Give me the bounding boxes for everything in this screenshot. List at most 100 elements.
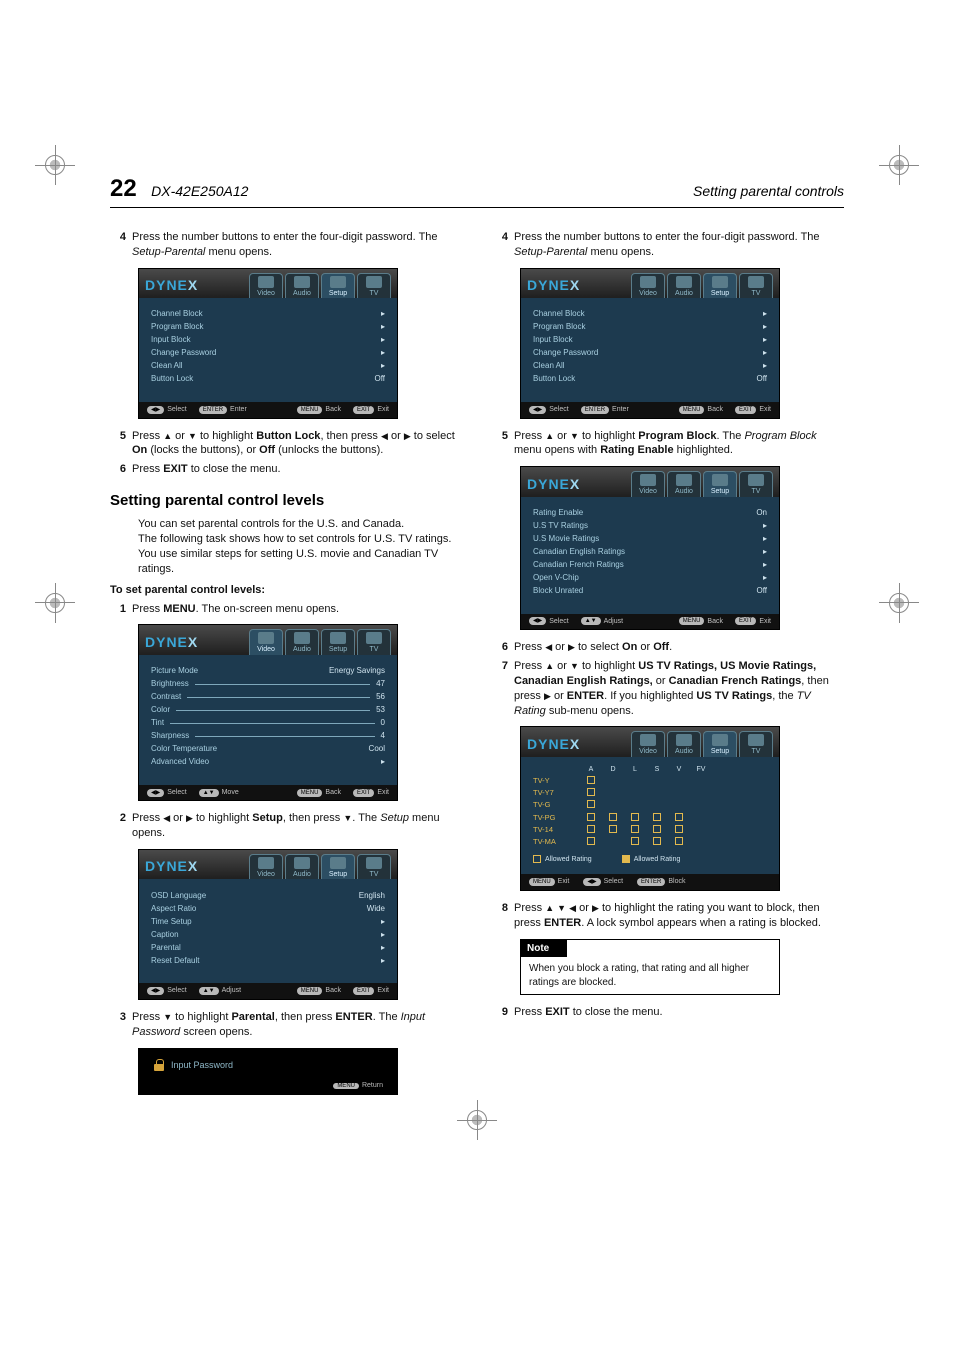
ratings-row-label: TV-14 [533,825,577,835]
osd-item: Contrast [151,692,181,703]
osd-parental-menu: DYNEX Video Audio Setup TV Channel Block… [520,268,780,419]
arrow-right-icon: ▸ [381,956,385,967]
osd-tab-tv: TV [357,629,391,654]
step: 2 Press or to highlight Setup, then pres… [110,811,462,841]
osd-item: Color Temperature [151,744,217,755]
ratings-checkbox [675,813,683,821]
osd-tab-audio: Audio [285,273,319,298]
ratings-col-header: FV [693,765,709,774]
ratings-checkbox [587,800,595,808]
osd-tab-video: Video [249,629,283,654]
left-arrow-icon [381,430,388,442]
ratings-checkbox [653,837,661,845]
osd-item: Rating Enable [533,508,583,519]
osd-tab-tv: TV [739,731,773,756]
ratings-row-label: TV-G [533,800,577,810]
osd-value: 47 [376,679,385,690]
ratings-checkbox [587,837,595,845]
ratings-checkbox [587,813,595,821]
osd-item: Change Password [151,348,216,359]
lock-icon [153,1059,165,1071]
down-arrow-icon [570,660,579,672]
arrow-right-icon: ▸ [381,322,385,333]
ratings-checkbox [631,825,639,833]
osd-parental-menu: DYNEX Video Audio Setup TV Channel Block… [138,268,398,419]
column-right: 4 Press the number buttons to enter the … [492,226,844,1105]
right-arrow-icon [592,902,599,914]
arrow-right-icon: ▸ [381,930,385,941]
step-text: menu opens. [205,246,272,258]
ratings-checkbox [587,788,595,796]
osd-item: Canadian French Ratings [533,560,624,571]
osd-item: Block Unrated [533,586,583,597]
osd-item: Clean All [151,361,183,372]
note-box: Note When you block a rating, that ratin… [520,939,780,996]
dynex-logo: DYNEX [145,273,202,298]
osd-tab-setup: Setup [321,629,355,654]
step: 4 Press the number buttons to enter the … [110,230,462,260]
osd-input-password: Input Password MENUReturn [138,1048,398,1096]
ratings-checkbox [653,813,661,821]
procedure-heading: To set parental control levels: [110,583,462,598]
step-number: 5 [492,429,514,459]
dynex-logo: DYNEX [527,471,584,496]
osd-value: Off [374,374,385,385]
osd-tab-audio: Audio [285,854,319,879]
ratings-checkbox [587,776,595,784]
arrow-right-icon: ▸ [381,309,385,320]
osd-tab-setup: Setup [321,854,355,879]
ratings-checkbox [631,837,639,845]
osd-value: Energy Savings [329,666,385,677]
right-arrow-icon [568,641,575,653]
osd-setup-menu: DYNEX Video Audio Setup TV OSD LanguageE… [138,849,398,1000]
osd-value: Off [756,374,767,385]
crop-mark [874,140,924,190]
osd-item: Channel Block [151,309,203,320]
osd-item: Channel Block [533,309,585,320]
osd-tab-audio: Audio [285,629,319,654]
down-arrow-icon [570,430,579,442]
arrow-right-icon: ▸ [381,335,385,346]
ratings-row-label: TV-Y [533,776,577,786]
ratings-checkbox [609,813,617,821]
step-number: 2 [110,811,132,841]
step-number: 5 [110,429,132,459]
column-left: 4 Press the number buttons to enter the … [110,226,462,1105]
osd-item: U.S Movie Ratings [533,534,599,545]
osd-value: 53 [376,705,385,716]
ratings-col-header: V [671,765,687,774]
step-text-em: Setup-Parental [132,246,205,258]
osd-value: 0 [381,718,385,729]
page-number: 22 [110,175,137,202]
step-number: 7 [492,659,514,718]
right-arrow-icon [544,690,551,702]
model-number: DX-42E250A12 [151,183,248,199]
step-number: 4 [492,230,514,260]
ratings-checkbox [653,825,661,833]
dynex-logo: DYNEX [527,731,584,756]
ratings-checkbox [675,825,683,833]
osd-program-block-menu: DYNEX Video Audio Setup TV Rating Enable… [520,466,780,630]
osd-value: On [756,508,767,519]
ratings-checkbox [631,813,639,821]
ratings-col-header: A [583,765,599,774]
osd-tab-video: Video [249,854,283,879]
lock-icon [622,855,630,863]
dynex-logo: DYNEX [527,273,584,298]
step: 9 Press EXIT to close the menu. [492,1005,844,1020]
osd-tab-tv: TV [357,273,391,298]
left-arrow-icon [569,902,576,914]
arrow-right-icon: ▸ [381,348,385,359]
osd-tab-video: Video [631,471,665,496]
ratings-row-label: TV-MA [533,837,577,847]
manual-page: 22 DX-42E250A12 Setting parental control… [0,0,954,1205]
osd-item: Time Setup [151,917,192,928]
up-arrow-icon [545,660,554,672]
osd-item: Advanced Video [151,757,209,768]
password-label: Input Password [171,1059,233,1071]
ratings-col-header: L [627,765,643,774]
crop-mark [874,578,924,628]
osd-item: Button Lock [533,374,575,385]
step: 6 Press EXIT to close the menu. [110,462,462,477]
ratings-checkbox [675,837,683,845]
